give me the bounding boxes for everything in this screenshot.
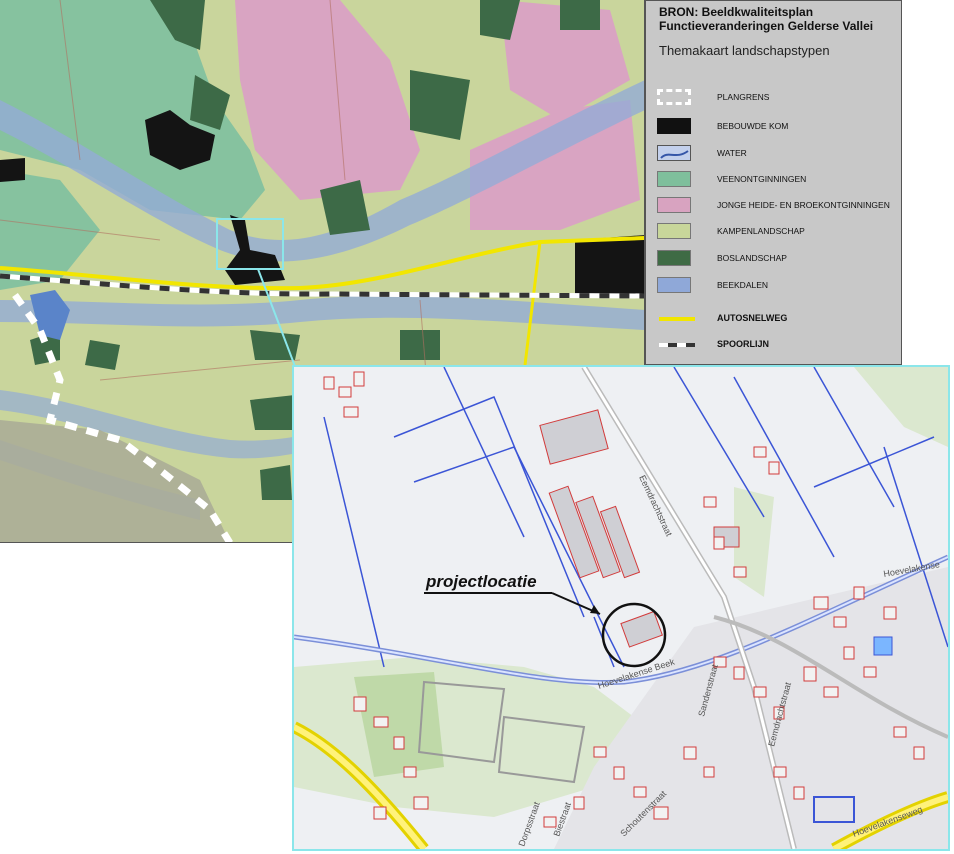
water-swatch	[657, 145, 691, 161]
waterpartij	[873, 636, 893, 656]
legend-label: BEBOUWDE KOM	[717, 121, 789, 131]
legend-item-spoorlijn: SPOORLIJN	[657, 337, 897, 355]
autosnelweg-swatch	[659, 317, 695, 321]
legend-item-kampenlandschap: KAMPENLANDSCHAP	[657, 223, 897, 241]
legend-label: WATER	[717, 148, 747, 158]
legend-item-autosnelweg: AUTOSNELWEG	[657, 311, 897, 329]
bos-area	[400, 330, 440, 360]
plangrens-swatch	[657, 89, 691, 105]
legend-item-boslandschap: BOSLANDSCHAP	[657, 250, 897, 268]
bos-area	[260, 465, 292, 500]
legend-label: SPOORLIJN	[717, 339, 770, 349]
detail-map-canvas: Eemdrachtstraat Hoevelakense Beek Hoevel…	[294, 367, 948, 849]
legend-item-plangrens: PLANGRENS	[657, 89, 897, 107]
bebouwde-kom	[0, 158, 25, 182]
bos-area	[85, 340, 120, 370]
legend-label: KAMPENLANDSCHAP	[717, 226, 805, 236]
water-icon	[660, 150, 689, 159]
legend-item-heide: JONGE HEIDE- EN BROEKONTGINNINGEN	[657, 197, 897, 215]
legend-label: PLANGRENS	[717, 92, 770, 102]
bos-area	[410, 70, 470, 140]
legend-label: AUTOSNELWEG	[717, 313, 788, 323]
bebouwde-kom-swatch	[657, 118, 691, 134]
veenontginningen-swatch	[657, 171, 691, 187]
legend-source: BRON: Beeldkwaliteitsplan Functieverande…	[659, 5, 899, 33]
legend-item-veenontginningen: VEENONTGINNINGEN	[657, 171, 897, 189]
bos-area	[250, 330, 300, 360]
spoorlijn-swatch	[659, 343, 695, 347]
legend-label: BOSLANDSCHAP	[717, 253, 787, 263]
legend-label: VEENONTGINNINGEN	[717, 174, 807, 184]
bebouwde-kom	[575, 235, 644, 295]
legend-item-beekdalen: BEEKDALEN	[657, 277, 897, 295]
legend-subtitle: Themakaart landschapstypen	[659, 43, 830, 58]
project-label: projectlocatie	[425, 572, 537, 591]
legend-item-bebouwde-kom: BEBOUWDE KOM	[657, 118, 897, 136]
heide-swatch	[657, 197, 691, 213]
legend-label: JONGE HEIDE- EN BROEKONTGINNINGEN	[717, 200, 890, 210]
legend-panel: BRON: Beeldkwaliteitsplan Functieverande…	[645, 0, 902, 365]
boslandschap-swatch	[657, 250, 691, 266]
kampenlandschap-swatch	[657, 223, 691, 239]
legend-source-line: BRON: Beeldkwaliteitsplan	[659, 5, 814, 19]
beekdalen-swatch	[657, 277, 691, 293]
bos-area	[560, 0, 600, 30]
legend-item-water: WATER	[657, 145, 897, 163]
legend-source-line: Functieveranderingen Gelderse Vallei	[659, 19, 874, 33]
legend-label: BEEKDALEN	[717, 280, 769, 290]
detail-map[interactable]: Eemdrachtstraat Hoevelakense Beek Hoevel…	[292, 365, 950, 851]
